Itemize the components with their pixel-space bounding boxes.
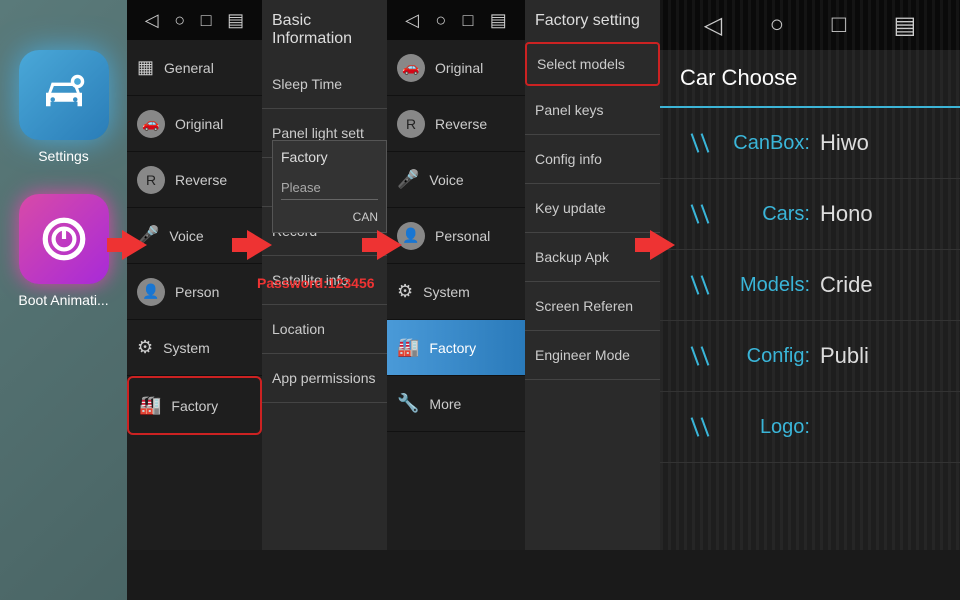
sidebar-item-original[interactable]: 🚗 Original <box>387 40 525 96</box>
arrow-step-3 <box>377 230 402 260</box>
sidebar-label: System <box>163 340 210 356</box>
sidebar-label: Personal <box>435 228 490 244</box>
list-item[interactable]: App permissions <box>262 354 387 403</box>
sidebar-item-reverse[interactable]: R Reverse <box>387 96 525 152</box>
screenshot-icon[interactable]: ▤ <box>490 10 507 31</box>
row-label: Config: <box>660 345 820 368</box>
android-navbar: ◁ ○ □ ▤ <box>127 0 262 40</box>
sidebar-item-personal[interactable]: 👤Personal <box>387 208 525 264</box>
settings-label: Settings <box>38 148 89 164</box>
list-item[interactable]: Sleep Time <box>262 60 387 109</box>
row-value: Hiwo <box>820 130 869 156</box>
gear-icon: ⚙ <box>397 281 413 302</box>
sidebar-label: Reverse <box>175 172 227 188</box>
arrow-step-1 <box>122 230 147 260</box>
row-logo[interactable]: Logo: <box>660 392 960 463</box>
row-canbox[interactable]: CanBox:Hiwo <box>660 108 960 179</box>
dialog-title: Factory <box>281 149 378 165</box>
row-value: Cride <box>820 272 873 298</box>
panel-title: Factory setting <box>525 0 660 42</box>
cancel-button[interactable]: CAN <box>353 210 378 224</box>
list-item-select-models[interactable]: Select models <box>525 42 660 86</box>
sidebar-label: Factory <box>429 340 476 356</box>
sidebar-item-original[interactable]: 🚗 Original <box>127 96 262 152</box>
android-navbar: ◁ ○ □ ▤ <box>387 0 525 40</box>
wrench-icon: 🔧 <box>397 393 419 414</box>
sidebar-label: Voice <box>429 172 463 188</box>
back-icon[interactable]: ◁ <box>145 10 159 31</box>
home-icon[interactable]: ○ <box>174 10 185 31</box>
boot-animation-label: Boot Animati... <box>18 292 108 308</box>
reverse-icon: R <box>397 110 425 138</box>
sidebar-item-system[interactable]: ⚙ System <box>127 320 262 376</box>
recents-icon[interactable]: □ <box>463 10 474 31</box>
grid-icon: ▦ <box>137 57 154 78</box>
panel-title: Basic Information <box>262 0 387 60</box>
list-item[interactable]: Panel keys <box>525 86 660 135</box>
row-models[interactable]: Models:Cride <box>660 250 960 321</box>
password-input[interactable]: Please <box>281 180 378 200</box>
row-cars[interactable]: Cars:Hono <box>660 179 960 250</box>
row-config[interactable]: Config:Publi <box>660 321 960 392</box>
sidebar-label: General <box>164 60 214 76</box>
sidebar-item-factory[interactable]: 🏭 Factory <box>387 320 525 376</box>
mic-icon: 🎤 <box>397 169 419 190</box>
list-item[interactable]: Config info <box>525 135 660 184</box>
gear-icon: ⚙ <box>137 337 153 358</box>
launcher-column: Settings Boot Animati... <box>0 0 127 600</box>
screenshot-icon[interactable]: ▤ <box>227 10 244 31</box>
sidebar-item-system[interactable]: ⚙ System <box>387 264 525 320</box>
sidebar-label: Factory <box>171 398 218 414</box>
settings-app-icon[interactable] <box>19 50 109 140</box>
sidebar-label: More <box>429 396 461 412</box>
back-icon[interactable]: ◁ <box>405 10 419 31</box>
sidebar-label: Person <box>175 284 219 300</box>
sidebar-item-more[interactable]: 🔧 More <box>387 376 525 432</box>
power-icon <box>39 214 89 264</box>
building-icon: 🏭 <box>397 337 419 358</box>
sidebar-item-factory[interactable]: 🏭 Factory <box>127 376 262 435</box>
arrow-step-2 <box>247 230 272 260</box>
boot-animation-app-icon[interactable] <box>19 194 109 284</box>
basic-info-panel: Basic Information Sleep Time Panel light… <box>262 0 387 550</box>
person-icon: 👤 <box>137 278 165 306</box>
sidebar-item-voice[interactable]: 🎤 Voice <box>387 152 525 208</box>
factory-password-dialog: Factory Please CAN <box>272 140 387 233</box>
list-item[interactable]: Location <box>262 305 387 354</box>
settings-sidebar-1: ◁ ○ □ ▤ ▦ General 🚗 Original R Reverse 🎤Voi… <box>127 0 262 550</box>
car-choose-panel: ◁ ○ □ ▤ Car Choose CanBox:Hiwo Cars:Hono… <box>660 0 960 550</box>
row-label: Models: <box>660 274 820 297</box>
reverse-icon: R <box>137 166 165 194</box>
car-icon: 🚗 <box>397 54 425 82</box>
sidebar-label: Voice <box>169 228 203 244</box>
sidebar-item-general[interactable]: ▦ General <box>127 40 262 96</box>
row-value: Hono <box>820 201 873 227</box>
list-item[interactable]: Key update <box>525 184 660 233</box>
arrow-step-4 <box>650 230 675 260</box>
row-label: CanBox: <box>660 132 820 155</box>
recents-icon[interactable]: □ <box>201 10 212 31</box>
list-item[interactable]: Screen Referen <box>525 282 660 331</box>
sidebar-label: System <box>423 284 470 300</box>
row-label: Cars: <box>660 203 820 226</box>
car-icon: 🚗 <box>137 110 165 138</box>
sidebar-item-personal[interactable]: 👤 Person <box>127 264 262 320</box>
list-item[interactable]: Engineer Mode <box>525 331 660 380</box>
sidebar-label: Reverse <box>435 116 487 132</box>
sidebar-label: Original <box>435 60 483 76</box>
sidebar-item-reverse[interactable]: R Reverse <box>127 152 262 208</box>
sidebar-label: Original <box>175 116 223 132</box>
row-label: Logo: <box>660 416 820 439</box>
row-value: Publi <box>820 343 869 369</box>
password-hint: Password:123456 <box>257 275 375 291</box>
car-gear-icon <box>37 68 91 122</box>
home-icon[interactable]: ○ <box>435 10 446 31</box>
building-icon: 🏭 <box>139 395 161 416</box>
sidebar-item-voice[interactable]: 🎤Voice <box>127 208 262 264</box>
settings-sidebar-2: ◁ ○ □ ▤ 🚗 Original R Reverse 🎤 Voice 👤Perso… <box>387 0 525 550</box>
factory-settings-panel: Factory setting Select models Panel keys… <box>525 0 660 550</box>
